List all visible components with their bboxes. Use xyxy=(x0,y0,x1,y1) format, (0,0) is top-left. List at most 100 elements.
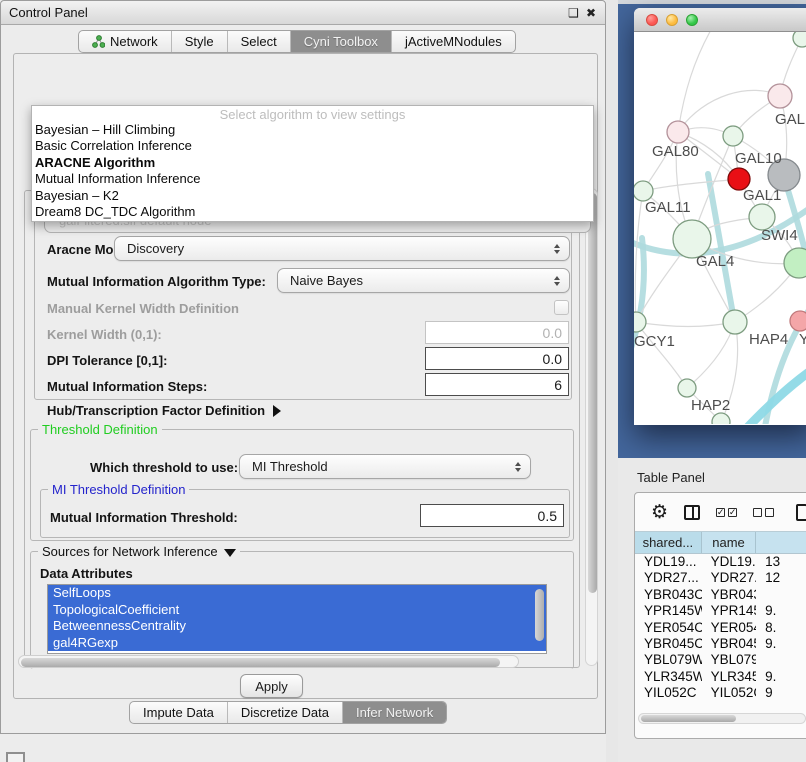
tab-infer-network[interactable]: Infer Network xyxy=(342,702,446,723)
network-view-window[interactable]: GALGAL80GAL10GAL1GAL11GAL4SWI4GCY1HAP4YH… xyxy=(634,8,806,425)
mi-steps-field[interactable]: 6 xyxy=(425,373,569,396)
tab-jactivemnodules[interactable]: jActiveMNodules xyxy=(391,31,515,52)
node-label: HAP4 xyxy=(749,331,788,348)
tab-label: Select xyxy=(241,34,277,49)
node-label: GAL80 xyxy=(652,143,699,160)
network-node-hap2[interactable] xyxy=(678,379,696,397)
tab-impute-data[interactable]: Impute Data xyxy=(130,702,227,723)
node-label: SWI4 xyxy=(761,227,798,244)
table-cell: YBR045C xyxy=(635,636,702,652)
table-cell xyxy=(756,587,806,603)
network-node-gcy1[interactable] xyxy=(634,312,646,332)
table-panel: Table Panel ⚙ shared...name YDL19...YDL1… xyxy=(618,458,806,762)
manual-kernel-width-checkbox[interactable] xyxy=(554,300,569,315)
network-edge[interactable] xyxy=(678,32,712,132)
kernel-width-field[interactable]: 0.0 xyxy=(425,321,569,344)
algorithm-option[interactable]: ARACNE Algorithm xyxy=(32,155,593,171)
network-node[interactable] xyxy=(793,32,806,47)
table-row[interactable]: YDR27...YDR27...12 xyxy=(635,570,806,586)
control-panel-titlebar[interactable]: Control Panel ❑ ✖ xyxy=(1,1,605,25)
gear-icon[interactable]: ⚙ xyxy=(651,503,668,522)
data-attribute-item[interactable]: SelfLoops xyxy=(48,585,546,602)
tab-discretize-data[interactable]: Discretize Data xyxy=(227,702,342,723)
data-attribute-item[interactable]: gal4RGexp xyxy=(48,635,546,652)
algorithm-dropdown-list: Select algorithm to view settings Bayesi… xyxy=(31,105,594,222)
control-panel-content: galFiltered.sif default node Select algo… xyxy=(13,53,598,699)
manual-kernel-width-label: Manual Kernel Width Definition xyxy=(47,301,239,316)
panel-splitter[interactable] xyxy=(606,0,618,762)
tab-select[interactable]: Select xyxy=(227,31,290,52)
network-node-gal10[interactable] xyxy=(723,126,743,146)
tab-style[interactable]: Style xyxy=(171,31,227,52)
settings-vertical-scrollbar[interactable] xyxy=(585,188,598,666)
network-edge[interactable] xyxy=(643,179,739,191)
hub-definition-expander[interactable]: Hub/Transcription Factor Definition xyxy=(47,403,281,418)
table-row[interactable]: YDL19...YDL19...13 xyxy=(635,554,806,570)
table-row[interactable]: YBL079WYBL079W xyxy=(635,652,806,668)
close-window-icon[interactable]: ✖ xyxy=(586,7,596,19)
tab-label: Network xyxy=(110,34,158,49)
node-label: GAL10 xyxy=(735,150,782,167)
table-row[interactable]: YBR043CYBR043C xyxy=(635,587,806,603)
mi-algorithm-type-label: Mutual Information Algorithm Type: xyxy=(47,274,266,289)
table-cell: YBL079W xyxy=(635,652,702,668)
tab-network[interactable]: Network xyxy=(79,31,171,52)
control-panel-window: Control Panel ❑ ✖ Network Style Select Cyni… xyxy=(0,0,606,734)
network-edge[interactable] xyxy=(636,322,735,327)
network-node-gal11[interactable] xyxy=(634,181,653,201)
table-row[interactable]: YBR045CYBR045C9. xyxy=(635,636,806,652)
network-graph: GALGAL80GAL10GAL1GAL11GAL4SWI4GCY1HAP4YH… xyxy=(634,32,806,424)
mi-threshold-field[interactable]: 0.5 xyxy=(420,504,564,527)
tab-label: jActiveMNodules xyxy=(405,34,502,49)
file-icon[interactable] xyxy=(796,504,806,521)
expanded-arrow-icon[interactable] xyxy=(224,549,236,557)
network-canvas[interactable]: GALGAL80GAL10GAL1GAL11GAL4SWI4GCY1HAP4YH… xyxy=(634,32,806,424)
apply-button[interactable]: Apply xyxy=(240,674,303,698)
network-node-hap4[interactable] xyxy=(723,310,747,334)
dpi-tolerance-field[interactable]: 0.0 xyxy=(425,347,569,370)
network-node-swi4[interactable] xyxy=(784,248,806,278)
settings-horizontal-scrollbar[interactable] xyxy=(18,655,519,668)
algorithm-option[interactable]: Bayesian – Hill Climbing xyxy=(32,122,593,138)
table-column-header[interactable]: name xyxy=(702,532,757,553)
aracne-mode-combobox[interactable]: Discovery xyxy=(114,236,570,261)
close-traffic-light-icon[interactable] xyxy=(646,14,658,26)
data-attributes-list[interactable]: SelfLoopsTopologicalCoefficientBetweenne… xyxy=(47,584,547,654)
data-attribute-item[interactable]: BetweennessCentrality xyxy=(48,618,546,635)
collapsed-panel-widget[interactable] xyxy=(6,752,25,762)
table-cell: YDL19... xyxy=(702,554,757,570)
table-column-header[interactable]: shared... xyxy=(635,532,702,553)
table-cell: YER054C xyxy=(702,620,757,636)
network-node-gal[interactable] xyxy=(768,84,792,108)
network-node-y[interactable] xyxy=(790,311,806,331)
algorithm-option[interactable]: Dream8 DC_TDC Algorithm xyxy=(32,204,593,220)
table-horizontal-scrollbar[interactable] xyxy=(638,713,806,724)
network-edge[interactable] xyxy=(678,90,780,132)
table-row[interactable]: YER054CYER054C8. xyxy=(635,620,806,636)
which-threshold-combobox[interactable]: MI Threshold xyxy=(239,454,531,479)
network-edge[interactable] xyxy=(636,322,687,388)
algorithm-option[interactable]: Basic Correlation Inference xyxy=(32,138,593,154)
collapsed-arrow-icon xyxy=(273,405,281,417)
table-column-header[interactable] xyxy=(756,532,806,553)
node-label: GAL xyxy=(775,111,805,128)
table-row[interactable]: YPR145WYPR145W9. xyxy=(635,603,806,619)
table-panel-box: ⚙ shared...name YDL19...YDL19...13YDR27.… xyxy=(634,492,806,739)
deselect-all-checks-icon[interactable] xyxy=(753,508,774,517)
select-all-checks-icon[interactable] xyxy=(716,508,737,517)
table-row[interactable]: YIL052CYIL052C9 xyxy=(635,685,806,701)
mi-algorithm-type-combobox[interactable]: Naive Bayes xyxy=(277,268,570,293)
network-node-gal80[interactable] xyxy=(667,121,689,143)
list-scrollbar[interactable] xyxy=(535,589,544,641)
algorithm-option[interactable]: Bayesian – K2 xyxy=(32,188,593,204)
tab-cyni-toolbox[interactable]: Cyni Toolbox xyxy=(290,31,391,52)
minimize-traffic-light-icon[interactable] xyxy=(666,14,678,26)
data-attribute-item[interactable]: TopologicalCoefficient xyxy=(48,602,546,619)
float-window-icon[interactable]: ❑ xyxy=(568,7,579,19)
mi-steps-label: Mutual Information Steps: xyxy=(47,379,207,394)
table-row[interactable]: YLR345WYLR345W9. xyxy=(635,669,806,685)
zoom-traffic-light-icon[interactable] xyxy=(686,14,698,26)
network-window-titlebar[interactable] xyxy=(634,8,806,32)
algorithm-option[interactable]: Mutual Information Inference xyxy=(32,171,593,187)
split-columns-icon[interactable] xyxy=(684,505,700,520)
